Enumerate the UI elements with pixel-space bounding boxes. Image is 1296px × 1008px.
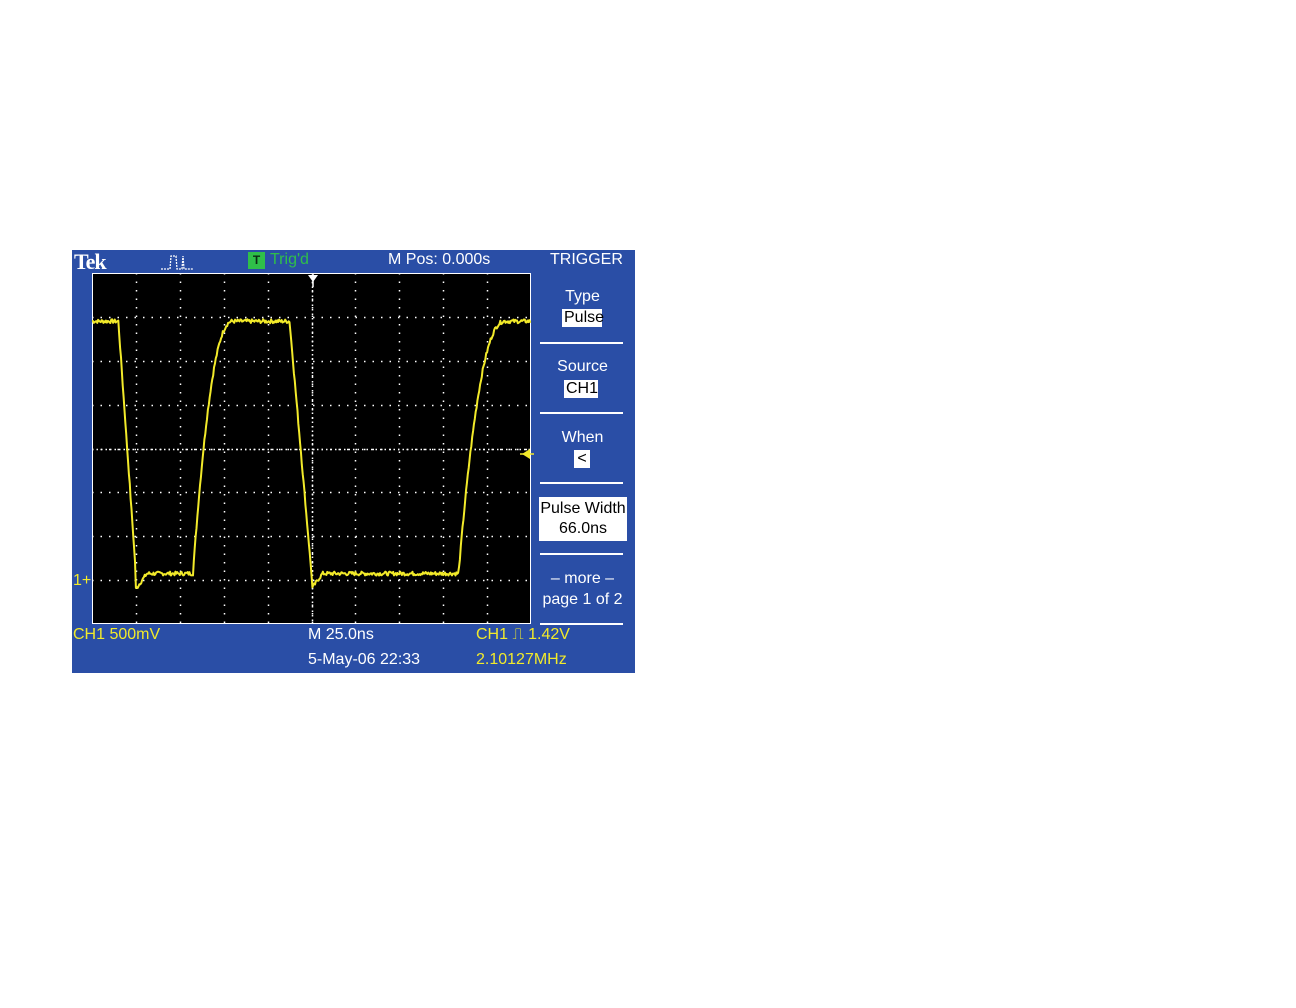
menu-page-indicator: page 1 of 2 bbox=[542, 591, 623, 608]
menu-divider bbox=[540, 623, 623, 625]
trigger-status-badge: T bbox=[248, 252, 265, 269]
menu-type-label[interactable]: Type bbox=[540, 288, 625, 306]
menu-source-value[interactable]: CH1 bbox=[564, 380, 598, 398]
trigger-status: Trig'd bbox=[270, 251, 309, 268]
datetime-readout: 5-May-06 22:33 bbox=[308, 651, 421, 668]
ch1-waveform-trace bbox=[92, 318, 531, 589]
ch1-scale-readout: CH1 500mV bbox=[73, 626, 161, 643]
menu-pulse-width-value: 66.0ns bbox=[558, 520, 608, 537]
frequency-readout: 2.10127MHz bbox=[476, 651, 567, 668]
ch1-waveform-line bbox=[92, 318, 531, 589]
trigger-level-marker-icon bbox=[520, 449, 534, 459]
pulse-trigger-icon bbox=[161, 255, 193, 270]
menu-source-label[interactable]: Source bbox=[540, 358, 625, 376]
menu-when-value[interactable]: < bbox=[574, 450, 590, 468]
menu-divider bbox=[540, 553, 623, 555]
oscilloscope-display: Tek T Trig'd M Pos: 0.000s TRIGGER 1+ Ty… bbox=[72, 250, 635, 673]
ch1-ground-marker: 1+ bbox=[73, 572, 92, 589]
menu-divider bbox=[540, 482, 623, 484]
menu-divider bbox=[540, 342, 623, 344]
trigger-readout: CH1 ⎍ 1.42V bbox=[476, 626, 570, 643]
menu-when-label[interactable]: When bbox=[540, 429, 625, 447]
waveform-screen bbox=[92, 273, 531, 624]
menu-type-value[interactable]: Pulse bbox=[562, 309, 604, 327]
menu-divider bbox=[540, 412, 623, 414]
brand-logo: Tek bbox=[74, 249, 107, 274]
main-position-readout: M Pos: 0.000s bbox=[388, 251, 491, 268]
timebase-readout: M 25.0ns bbox=[308, 626, 374, 643]
menu-title: TRIGGER bbox=[550, 251, 623, 268]
menu-pulse-width-button[interactable]: Pulse Width 66.0ns bbox=[539, 497, 627, 541]
trigger-position-marker-icon bbox=[308, 273, 318, 287]
menu-pulse-width-label: Pulse Width bbox=[540, 500, 626, 517]
menu-more-button[interactable]: – more – bbox=[540, 570, 625, 588]
